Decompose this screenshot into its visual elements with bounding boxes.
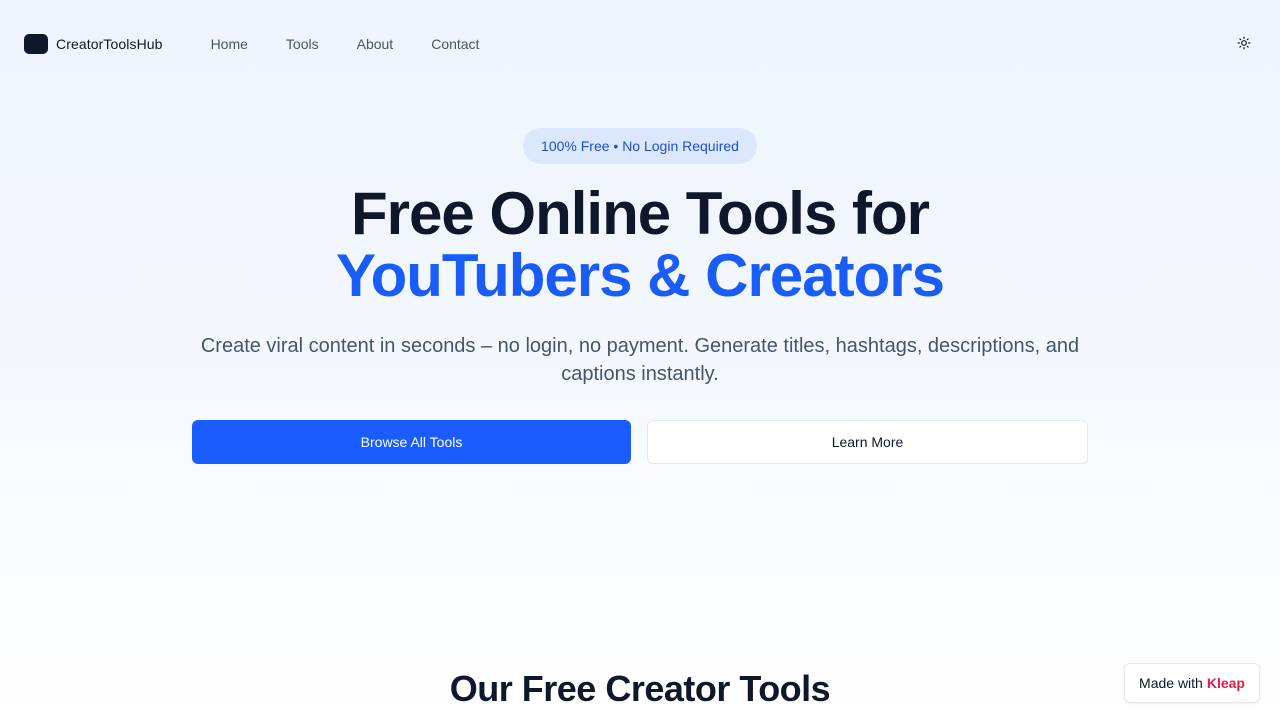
browse-all-tools-button[interactable]: Browse All Tools — [192, 420, 631, 464]
made-with-brand: Kleap — [1206, 675, 1245, 691]
hero-title-line1: Free Online Tools for — [351, 180, 930, 247]
hero-title-line2: YouTubers & Creators — [336, 242, 945, 309]
nav-links: Home Tools About Contact — [211, 36, 480, 52]
hero-subtitle: Create viral content in seconds – no log… — [200, 335, 1080, 385]
hero-title: Free Online Tools for YouTubers & Creato… — [0, 183, 1280, 307]
made-with-kleap-badge[interactable]: Made with Kleap — [1124, 663, 1260, 703]
brand-logo-icon — [24, 34, 48, 54]
made-with-prefix: Made with — [1139, 675, 1203, 691]
sun-icon — [1237, 36, 1251, 50]
nav-link-tools[interactable]: Tools — [286, 36, 319, 52]
brand-logo-link[interactable]: CreatorToolsHub — [24, 34, 163, 54]
nav-link-about[interactable]: About — [357, 36, 394, 52]
nav-link-contact[interactable]: Contact — [431, 36, 479, 52]
nav-link-home[interactable]: Home — [211, 36, 248, 52]
learn-more-button[interactable]: Learn More — [647, 420, 1088, 464]
tools-section-title: Our Free Creator Tools — [449, 668, 831, 709]
top-navigation: CreatorToolsHub Home Tools About Contact — [0, 0, 1280, 88]
theme-toggle-button[interactable] — [1236, 35, 1252, 51]
free-badge: 100% Free • No Login Required — [523, 128, 757, 164]
brand-name: CreatorToolsHub — [56, 36, 163, 52]
